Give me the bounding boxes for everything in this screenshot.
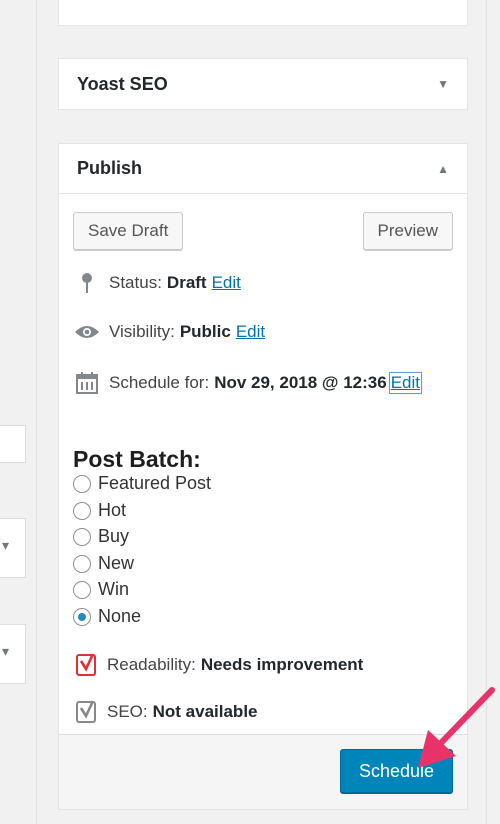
radio-button[interactable] [73, 580, 91, 599]
radio-label: Hot [98, 500, 127, 520]
visibility-edit-link[interactable]: Edit [236, 322, 265, 342]
left-panel-fragment [0, 425, 26, 463]
schedule-edit-link[interactable]: Edit [388, 372, 423, 394]
yoast-readability-icon [73, 653, 101, 677]
status-label: Status: [109, 273, 162, 292]
radio-win[interactable]: Win [73, 579, 129, 600]
metabox-partial [58, 0, 468, 26]
visibility-value: Public [179, 322, 231, 341]
calendar-icon [73, 372, 101, 394]
radio-label: New [98, 553, 135, 573]
publish-metabox: Publish ▲ Save Draft Preview Status: Dra… [58, 143, 468, 810]
radio-none[interactable]: None [73, 606, 141, 627]
radio-button[interactable] [73, 501, 91, 520]
schedule-label: Schedule for: [109, 373, 210, 392]
post-batch-title: Post Batch: [73, 446, 201, 472]
left-column-edge: ▾ ▾ [0, 0, 26, 824]
radio-button-checked[interactable] [73, 607, 91, 626]
seo-row: SEO: Not available [73, 700, 263, 724]
yoast-seo-icon [73, 700, 101, 724]
preview-button[interactable]: Preview [362, 212, 453, 250]
save-draft-button[interactable]: Save Draft [73, 212, 184, 250]
left-panel-fragment: ▾ [0, 624, 26, 684]
schedule-row: Schedule for: Nov 29, 2018 @ 12:36 Edit [73, 372, 423, 394]
radio-label: Win [98, 579, 129, 599]
radio-button[interactable] [73, 554, 91, 573]
readability-row: Readability: Needs improvement [73, 653, 368, 677]
status-edit-link[interactable]: Edit [212, 273, 241, 293]
readability-label: Readability: [107, 655, 196, 674]
radio-hot[interactable]: Hot [73, 500, 126, 521]
visibility-row: Visibility: Public Edit [73, 322, 265, 342]
radio-label: Buy [98, 526, 130, 546]
schedule-value: Nov 29, 2018 @ 12:36 [214, 373, 387, 392]
eye-icon [73, 324, 101, 340]
seo-value: Not available [152, 702, 258, 721]
caret-up-icon[interactable]: ▲ [437, 162, 449, 176]
caret-down-icon[interactable]: ▾ [2, 643, 9, 660]
seo-label: SEO: [107, 702, 148, 721]
radio-label: None [98, 606, 142, 626]
caret-down-icon[interactable]: ▾ [2, 537, 9, 554]
radio-new[interactable]: New [73, 553, 134, 574]
pin-icon [73, 272, 101, 294]
readability-value: Needs improvement [200, 655, 364, 674]
left-panel-fragment: ▾ [0, 518, 26, 578]
status-value: Draft [166, 273, 207, 292]
radio-buy[interactable]: Buy [73, 526, 129, 547]
yoast-seo-metabox: Yoast SEO ▼ [58, 58, 468, 110]
publish-header[interactable]: Publish ▲ [59, 144, 467, 194]
status-row: Status: Draft Edit [73, 272, 241, 294]
radio-featured-post[interactable]: Featured Post [73, 473, 211, 494]
caret-down-icon[interactable]: ▼ [437, 77, 449, 91]
radio-button[interactable] [73, 474, 91, 493]
column-divider [36, 0, 37, 824]
radio-label: Featured Post [98, 473, 212, 493]
publish-title: Publish [77, 158, 143, 178]
yoast-seo-title: Yoast SEO [77, 73, 168, 94]
annotation-arrow [418, 687, 495, 768]
yoast-seo-header[interactable]: Yoast SEO ▼ [59, 59, 467, 109]
visibility-label: Visibility: [109, 322, 175, 341]
radio-button[interactable] [73, 527, 91, 546]
publish-footer: Schedule [59, 734, 467, 809]
